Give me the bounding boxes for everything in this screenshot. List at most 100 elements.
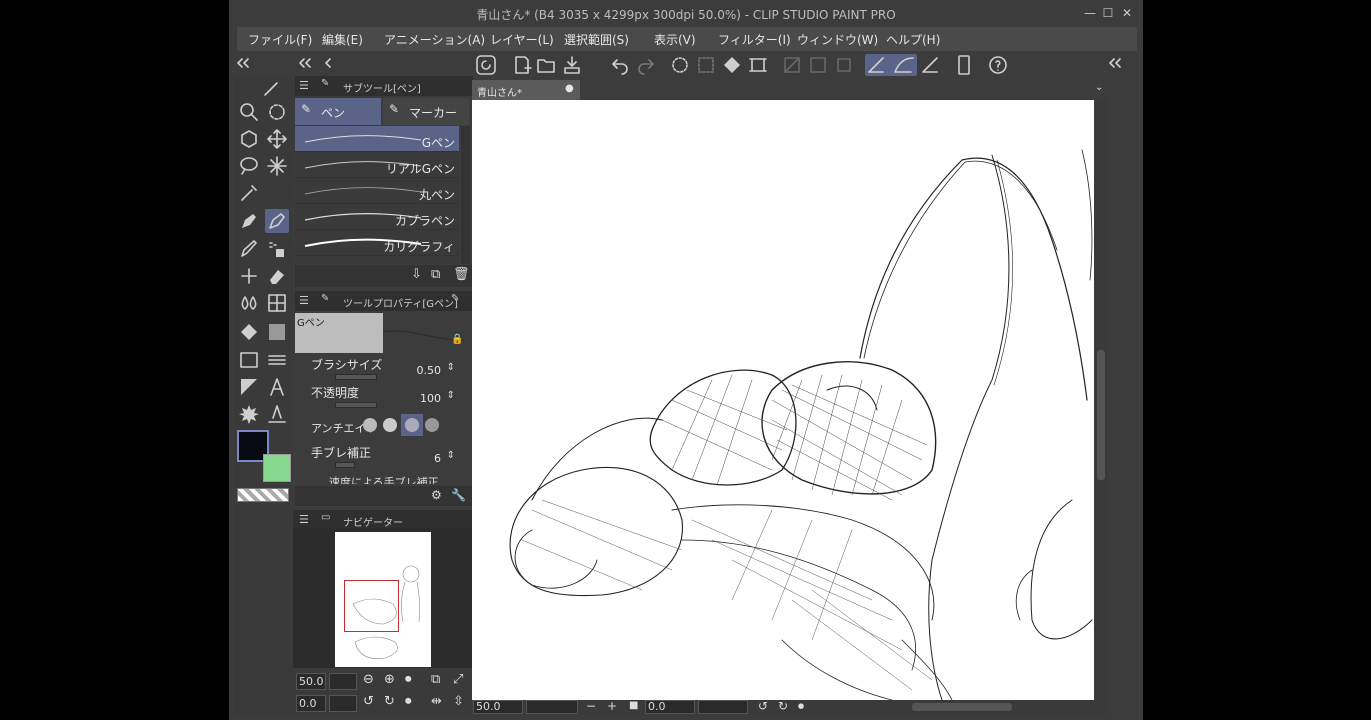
brush-item-kabura-pen[interactable]: カブラペン — [295, 204, 459, 230]
tab-pen[interactable]: ✎ ペン — [295, 98, 381, 125]
opacity-slider[interactable] — [335, 402, 377, 408]
menu-selection[interactable]: 選択範囲(S) — [564, 31, 629, 48]
gradient-icon[interactable] — [265, 320, 289, 344]
flip-horizontal-icon[interactable]: ⇹ — [431, 694, 442, 709]
minimize-button[interactable]: — — [1081, 5, 1099, 21]
clear-icon[interactable] — [695, 54, 717, 76]
vertical-scroll-thumb[interactable] — [1097, 350, 1105, 480]
navigator-zoom-slider[interactable] — [329, 673, 357, 690]
menu-animation[interactable]: アニメーション(A) — [384, 31, 485, 48]
canvas-fit-icon[interactable]: ■ — [629, 700, 638, 711]
undo-icon[interactable] — [609, 54, 631, 76]
correct-line-icon[interactable] — [265, 402, 289, 426]
eyedropper-icon[interactable] — [237, 181, 261, 205]
brush-size-value[interactable]: 0.50 — [417, 364, 442, 377]
document-tab-close-icon[interactable]: ● — [565, 83, 574, 94]
fill-icon[interactable] — [721, 54, 743, 76]
transparent-color-swatch[interactable] — [237, 488, 289, 502]
collapse-left-icon[interactable] — [233, 52, 255, 74]
text-icon[interactable] — [265, 375, 289, 399]
navigator-zoom-field[interactable]: 50.0 — [296, 673, 326, 690]
magic-wand-icon[interactable] — [265, 154, 289, 178]
antialias-weak[interactable] — [383, 418, 397, 432]
canvas-zoom-in-icon[interactable]: + — [607, 699, 617, 713]
fit-page-icon[interactable]: ⧉ — [431, 672, 440, 687]
antialias-none[interactable] — [363, 418, 377, 432]
actual-size-icon[interactable]: ⏺ — [405, 672, 412, 687]
navigator-rotation-field[interactable]: 0.0 — [296, 695, 326, 712]
blend-icon[interactable] — [237, 291, 261, 315]
navigator-rotation-slider[interactable] — [329, 695, 357, 712]
drawing-canvas[interactable] — [472, 100, 1094, 701]
save-icon[interactable] — [561, 54, 583, 76]
selection-border-icon[interactable] — [833, 54, 855, 76]
frame-border-icon[interactable] — [265, 348, 289, 372]
deselect-icon[interactable] — [781, 54, 803, 76]
navigator-view-frame[interactable] — [344, 580, 399, 632]
pen-tool-header-icon[interactable] — [260, 76, 284, 100]
panel-menu-icon[interactable]: ☰ — [299, 79, 309, 92]
rotate-right-icon[interactable]: ↻ — [384, 694, 395, 709]
document-tab[interactable]: 青山さん* ● — [472, 80, 580, 100]
airbrush-icon[interactable] — [265, 237, 289, 261]
canvas-zoom-field[interactable]: 50.0 — [473, 700, 523, 714]
snap-special-ruler-icon[interactable] — [919, 54, 941, 76]
stabilization-value[interactable]: 6 — [434, 452, 441, 465]
canvas-zoom-slider[interactable] — [526, 700, 578, 714]
panel-menu-icon[interactable]: ☰ — [299, 294, 309, 307]
pen-nib-icon[interactable] — [237, 209, 261, 233]
menu-window[interactable]: ウィンドウ(W) — [797, 31, 878, 48]
redo-icon[interactable] — [635, 54, 657, 76]
object-icon[interactable] — [237, 127, 261, 151]
fit-window-icon[interactable]: ⤢ — [453, 672, 463, 687]
sub-color-swatch[interactable] — [263, 454, 291, 482]
brush-item-g-pen[interactable]: Gペン — [295, 126, 459, 152]
horizontal-scroll-thumb[interactable] — [912, 703, 1012, 711]
ruler-icon[interactable] — [237, 375, 261, 399]
brush-size-stepper[interactable]: ⇕ — [447, 362, 455, 373]
rotate-icon[interactable] — [265, 100, 289, 124]
trash-icon[interactable]: 🗑 — [453, 267, 470, 282]
speed-stabilization-label[interactable]: 速度による手ブレ補正 — [329, 474, 439, 484]
lock-icon[interactable]: 🔒 — [451, 334, 463, 345]
stabilization-slider[interactable] — [335, 462, 355, 468]
tab-marker[interactable]: ✎ マーカー — [383, 98, 469, 125]
decoration-icon[interactable] — [237, 264, 261, 288]
zoom-out-icon[interactable]: ⊖ — [363, 672, 374, 687]
help-icon[interactable] — [987, 54, 1009, 76]
pencil-icon[interactable] — [237, 237, 261, 261]
brush-item-calligraphy[interactable]: カリグラフィ — [295, 230, 459, 256]
open-folder-icon[interactable] — [535, 54, 557, 76]
stabilization-stepper[interactable]: ⇕ — [447, 450, 455, 461]
opacity-stepper[interactable]: ⇕ — [447, 390, 455, 401]
canvas-reset-rotation-icon[interactable]: ⏺ — [798, 699, 804, 714]
canvas-vertical-scrollbar[interactable] — [1094, 100, 1108, 700]
collapse-right-icon[interactable] — [1105, 52, 1127, 74]
reset-rotation-icon[interactable]: ⏺ — [405, 694, 412, 709]
menu-edit[interactable]: 編集(E) — [322, 31, 363, 48]
brush-list-scrollbar[interactable] — [461, 126, 470, 264]
transform-icon[interactable] — [747, 54, 769, 76]
menu-layer[interactable]: レイヤー(L) — [490, 31, 554, 48]
flip-vertical-icon[interactable]: ⇳ — [453, 694, 464, 709]
rectangle-icon[interactable] — [237, 348, 261, 372]
clip-studio-logo-icon[interactable] — [475, 54, 497, 76]
opacity-value[interactable]: 100 — [420, 392, 441, 405]
panel-menu-icon[interactable]: ☰ — [299, 513, 309, 526]
loading-icon[interactable] — [669, 54, 691, 76]
collapse-left-icon-2[interactable] — [295, 52, 317, 74]
pen-tool-icon[interactable] — [265, 209, 289, 233]
canvas-rotation-slider[interactable] — [698, 700, 748, 714]
smartphone-icon[interactable] — [953, 54, 975, 76]
eraser-icon[interactable] — [265, 264, 289, 288]
zoom-in-icon[interactable]: ⊕ — [384, 672, 395, 687]
download-icon[interactable]: ⇩ — [411, 267, 422, 282]
edit-icon[interactable]: ✎ — [451, 293, 459, 304]
lasso-icon[interactable] — [237, 154, 261, 178]
invert-selection-icon[interactable] — [807, 54, 829, 76]
brush-item-round-pen[interactable]: 丸ペン — [295, 178, 459, 204]
canvas-zoom-out-icon[interactable]: − — [586, 699, 596, 713]
close-button[interactable]: ✕ — [1118, 5, 1136, 21]
settings-icon[interactable]: ⚙ — [431, 488, 442, 502]
snap-ruler-icon[interactable] — [865, 54, 917, 76]
